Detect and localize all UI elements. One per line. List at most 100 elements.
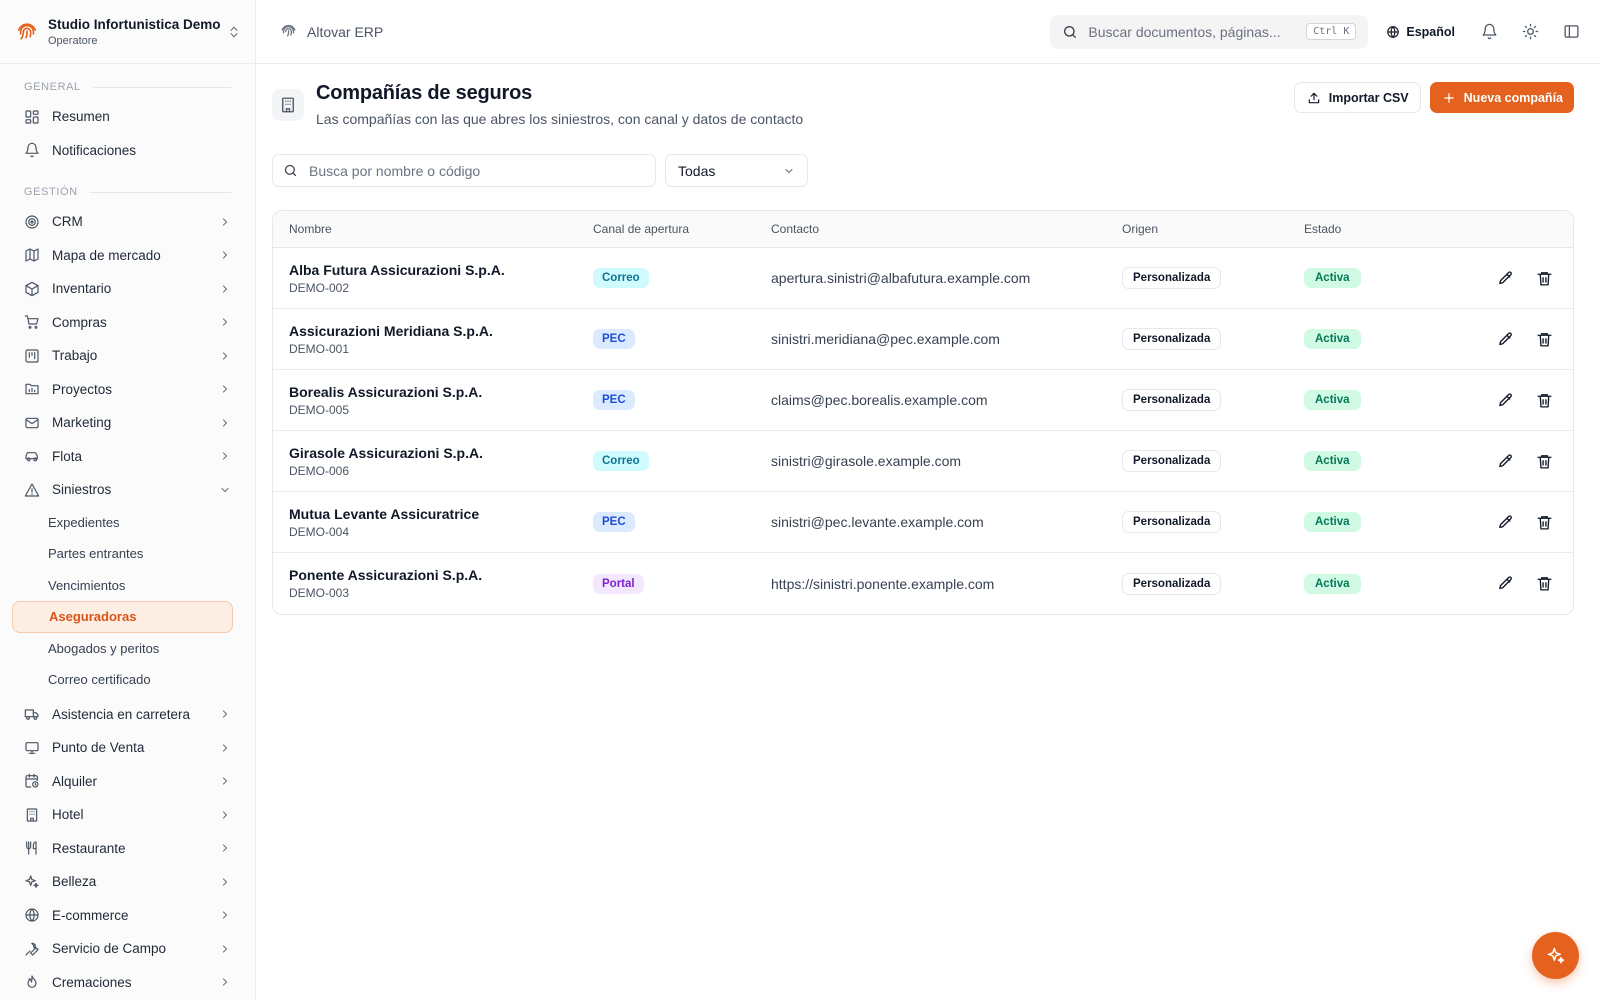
sidebar-item-servicio-de-campo[interactable]: Servicio de Campo <box>0 932 255 966</box>
company-name[interactable]: Borealis Assicurazioni S.p.A. <box>289 384 593 400</box>
edit-icon[interactable] <box>1497 514 1514 531</box>
channel-badge: Portal <box>593 573 644 594</box>
company-name[interactable]: Mutua Levante Assicuratrice <box>289 506 593 522</box>
edit-icon[interactable] <box>1497 575 1514 592</box>
sidebar-subitem-abogados-y-peritos[interactable]: Abogados y peritos <box>12 633 233 665</box>
search-icon <box>1064 25 1077 38</box>
header-nombre[interactable]: Nombre <box>273 222 593 236</box>
import-csv-button[interactable]: Importar CSV <box>1293 82 1421 113</box>
channel-cell: PEC <box>593 329 771 349</box>
trash-icon[interactable] <box>1536 453 1553 470</box>
sidebar-subitem-correo-certificado[interactable]: Correo certificado <box>12 664 233 696</box>
company-code: DEMO-002 <box>289 280 350 295</box>
chevron-right-icon <box>222 419 228 427</box>
sidebar-item-restaurante[interactable]: Restaurante <box>0 832 255 866</box>
sidebar-subitem-partes-entrantes[interactable]: Partes entrantes <box>12 538 233 570</box>
sidebar-item-alquiler[interactable]: Alquiler <box>0 765 255 799</box>
sidebar-item-belleza[interactable]: Belleza <box>0 865 255 899</box>
brand[interactable]: Altovar ERP <box>280 23 383 40</box>
header-canal[interactable]: Canal de apertura <box>593 222 771 236</box>
chevron-right-icon <box>222 811 228 819</box>
global-search-placeholder: Buscar documentos, páginas... <box>1088 23 1281 40</box>
status-filter-select[interactable]: Todas <box>665 154 808 187</box>
sidebar-item-trabajo[interactable]: Trabajo <box>0 339 255 373</box>
sidebar-item-mapa-de-mercado[interactable]: Mapa de mercado <box>0 239 255 273</box>
company-search-input[interactable]: Busca por nombre o código <box>272 154 656 187</box>
sidebar-item-punto-de-venta[interactable]: Punto de Venta <box>0 731 255 765</box>
sidebar-toggle-icon[interactable] <box>1563 23 1580 40</box>
status-cell: Activa <box>1304 329 1473 349</box>
company-name[interactable]: Ponente Assicurazioni S.p.A. <box>289 567 593 583</box>
global-search-input[interactable]: Buscar documentos, páginas... Ctrl K <box>1050 14 1369 49</box>
trash-icon[interactable] <box>1536 514 1553 531</box>
sidebar-subitem-expedientes[interactable]: Expedientes <box>12 507 233 539</box>
sidebar-item-marketing[interactable]: Marketing <box>0 406 255 440</box>
company-name[interactable]: Alba Futura Assicurazioni S.p.A. <box>289 262 593 278</box>
sidebar-item-crm[interactable]: CRM <box>0 205 255 239</box>
sidebar-item-label: Trabajo <box>52 348 98 364</box>
header-origen[interactable]: Origen <box>1122 222 1304 236</box>
company-code: DEMO-005 <box>289 402 350 417</box>
table-row[interactable]: Ponente Assicurazioni S.p.A. DEMO-003 Port… <box>273 553 1573 614</box>
sidebar-item-label: Proyectos <box>52 381 113 397</box>
sidebar-item-label: Flota <box>52 448 83 464</box>
table-row[interactable]: Assicurazioni Meridiana S.p.A. DEMO-001 PE… <box>273 309 1573 370</box>
cart-icon <box>24 315 39 330</box>
origin-badge: Personalizada <box>1122 511 1222 533</box>
origin-badge: Personalizada <box>1122 572 1222 595</box>
sidebar-item-hotel[interactable]: Hotel <box>0 798 255 832</box>
company-name[interactable]: Assicurazioni Meridiana S.p.A. <box>289 323 593 339</box>
assistant-fab-button[interactable] <box>1532 932 1579 979</box>
sidebar-item-asistencia-en-carretera[interactable]: Asistencia en carretera <box>0 698 255 732</box>
sidebar-item-inventario[interactable]: Inventario <box>0 272 255 306</box>
trash-icon[interactable] <box>1536 270 1553 287</box>
companies-table: Nombre Canal de apertura Contacto Origen… <box>272 210 1574 615</box>
status-cell: Activa <box>1304 390 1473 410</box>
contact-cell: sinistri@girasole.example.com <box>771 453 962 469</box>
edit-icon[interactable] <box>1497 453 1514 470</box>
sidebar-item-siniestros[interactable]: Siniestros <box>0 473 255 507</box>
sidebar-item-flota[interactable]: Flota <box>0 440 255 474</box>
truck-icon <box>24 709 39 721</box>
table-row[interactable]: Mutua Levante Assicuratrice DEMO-004 PEC si… <box>273 492 1573 553</box>
car-icon <box>25 452 38 462</box>
table-row[interactable]: Alba Futura Assicurazioni S.p.A. DEMO-002… <box>273 248 1573 309</box>
sidebar-item-label: Marketing <box>52 415 112 431</box>
edit-icon[interactable] <box>1497 331 1514 348</box>
sidebar-item-resumen[interactable]: Resumen <box>0 100 255 134</box>
sidebar-item-proyectos[interactable]: Proyectos <box>0 373 255 407</box>
header-estado[interactable]: Estado <box>1304 222 1473 236</box>
sidebar-item-notificaciones[interactable]: Notificaciones <box>0 134 255 168</box>
header-contacto[interactable]: Contacto <box>771 222 1122 236</box>
language-selector[interactable]: Español <box>1386 25 1455 39</box>
trash-icon[interactable] <box>1536 575 1553 592</box>
origin-cell: Personalizada <box>1122 328 1304 350</box>
row-actions <box>1473 453 1573 470</box>
status-badge: Activa <box>1304 451 1361 471</box>
sun-icon[interactable] <box>1522 23 1539 40</box>
trash-icon[interactable] <box>1536 331 1553 348</box>
section-gestion: GESTIÓN <box>0 183 255 201</box>
chevron-right-icon <box>222 385 228 393</box>
channel-cell: Correo <box>593 268 771 288</box>
trash-icon[interactable] <box>1536 392 1553 409</box>
sidebar-subitem-vencimientos[interactable]: Vencimientos <box>12 570 233 602</box>
sidebar-item-compras[interactable]: Compras <box>0 306 255 340</box>
calendar-clock-icon <box>25 773 39 788</box>
new-company-button[interactable]: Nueva compañía <box>1429 82 1574 113</box>
status-cell: Activa <box>1304 451 1473 471</box>
table-row[interactable]: Borealis Assicurazioni S.p.A. DEMO-005 PEC… <box>273 370 1573 431</box>
edit-icon[interactable] <box>1497 270 1514 287</box>
sidebar-subitem-aseguradoras[interactable]: Aseguradoras <box>12 601 233 633</box>
workspace-switcher[interactable]: Studio Infortunistica Demo Operatore <box>0 0 255 64</box>
bell-icon[interactable] <box>1481 23 1498 40</box>
edit-icon[interactable] <box>1497 392 1514 409</box>
company-name[interactable]: Girasole Assicurazioni S.p.A. <box>289 445 593 461</box>
company-cell: Borealis Assicurazioni S.p.A. DEMO-005 <box>273 384 593 417</box>
channel-badge: Correo <box>593 451 649 471</box>
table-row[interactable]: Girasole Assicurazioni S.p.A. DEMO-006 Cor… <box>273 431 1573 492</box>
sidebar-item-cremaciones[interactable]: Cremaciones <box>0 966 255 1000</box>
sidebar-item-label: Restaurante <box>52 840 126 856</box>
plus-icon <box>1443 92 1454 103</box>
sidebar-item-e-commerce[interactable]: E-commerce <box>0 899 255 933</box>
